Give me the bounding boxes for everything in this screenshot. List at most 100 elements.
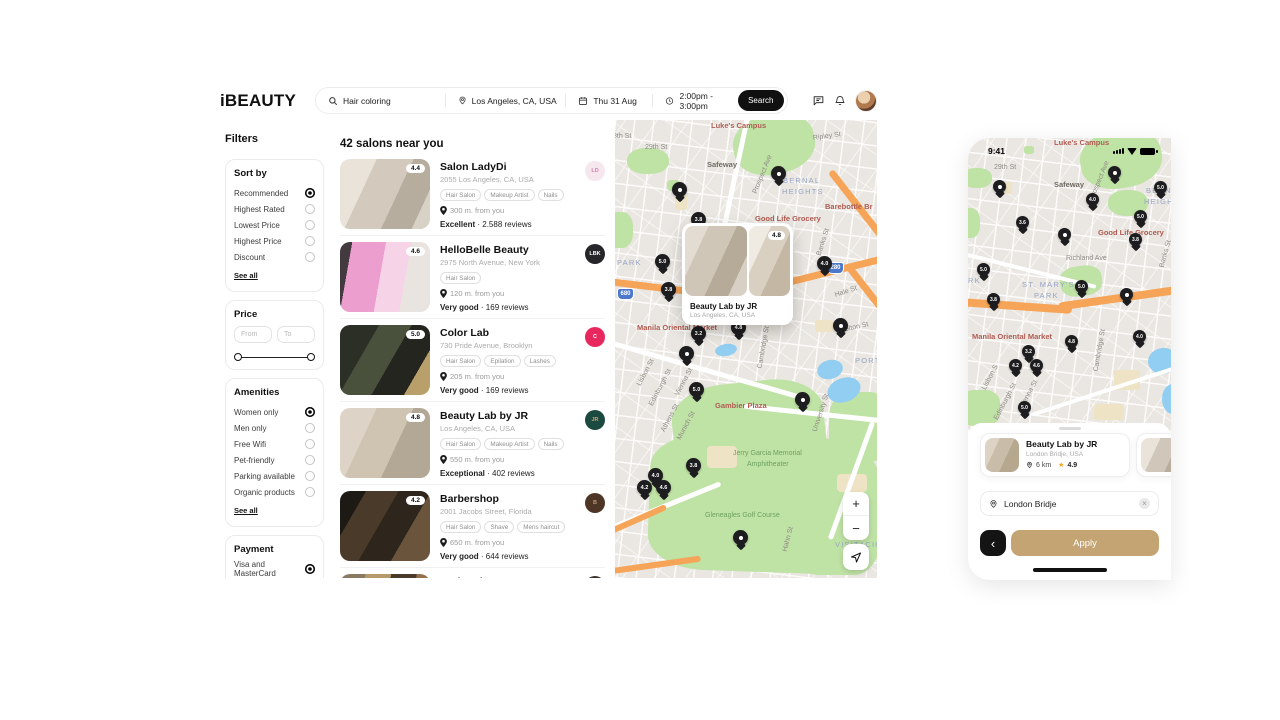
search-query-text: Hair coloring (343, 96, 391, 106)
radio-button[interactable] (305, 204, 315, 214)
date-field[interactable]: Thu 31 Aug (566, 88, 652, 113)
map-pin[interactable]: 5.0 (977, 263, 990, 276)
map-pin[interactable] (993, 180, 1006, 193)
filter-option[interactable]: Women only (234, 404, 315, 420)
location-input[interactable]: London Bridje × (980, 491, 1159, 516)
radio-button[interactable] (305, 471, 315, 481)
map-pin[interactable] (1058, 228, 1071, 241)
filter-option[interactable]: Organic products (234, 484, 315, 500)
map-pin[interactable] (1108, 166, 1121, 179)
map-pin[interactable]: 3.8 (1129, 233, 1142, 246)
back-button[interactable]: ‹ (980, 530, 1006, 556)
filter-option[interactable]: Discount (234, 249, 315, 265)
salon-listing[interactable]: 5.0Color Lab730 Pride Avenue, BrooklynHa… (340, 325, 605, 395)
search-button[interactable]: Search (738, 90, 784, 111)
salon-logo-badge: B (585, 493, 605, 513)
map-pin[interactable] (1120, 288, 1133, 301)
map-pin[interactable]: 4.0 (1133, 330, 1146, 343)
map-pin[interactable]: 5.0 (689, 382, 704, 397)
filter-option[interactable]: Parking available (234, 468, 315, 484)
chat-icon[interactable] (812, 94, 825, 112)
map-pin[interactable]: 5.0 (655, 254, 670, 269)
time-field[interactable]: 2:00pm - 3:00pm (653, 88, 737, 113)
radio-button[interactable] (305, 423, 315, 433)
price-slider[interactable] (234, 353, 315, 361)
salon-card[interactable]: Beauty Lab by JR London Bridje, USA 6 km… (980, 433, 1130, 477)
radio-button[interactable] (305, 487, 315, 497)
filter-option[interactable]: Men only (234, 420, 315, 436)
map-pin[interactable] (795, 392, 810, 407)
map[interactable]: Luke's Campus8th St29th StRipley StSafew… (615, 120, 877, 578)
slider-handle-min[interactable] (234, 353, 242, 361)
salon-card-partial[interactable] (1136, 433, 1171, 477)
pin-rating: 3.2 (691, 326, 706, 341)
radio-button[interactable] (305, 564, 315, 574)
map-pin[interactable]: 3.8 (686, 458, 701, 473)
avatar[interactable] (855, 90, 877, 112)
map-pin[interactable]: 4.0 (1086, 193, 1099, 206)
phone-map[interactable]: Luke's Campus29th StSafewayProspect AveB… (968, 138, 1171, 431)
salon-listing[interactable]: BarbershopB (340, 574, 605, 578)
filter-option[interactable]: Recommended (234, 185, 315, 201)
price-to-input[interactable] (277, 326, 315, 343)
apply-button[interactable]: Apply (1011, 530, 1159, 556)
radio-button[interactable] (305, 188, 315, 198)
salon-listing[interactable]: 4.6HelloBelle Beauty2975 North Avenue, N… (340, 242, 605, 312)
radio-button[interactable] (305, 407, 315, 417)
map-pin[interactable]: 3.2 (691, 326, 706, 341)
pin-rating: 3.8 (987, 293, 1000, 306)
map-pin[interactable]: 3.6 (1016, 216, 1029, 229)
map-pin[interactable] (771, 166, 786, 181)
map-pin[interactable]: 3.8 (987, 293, 1000, 306)
map-pin[interactable]: 4.0 (817, 256, 832, 271)
map-pin[interactable]: 4.6 (656, 480, 671, 495)
map-pin[interactable] (679, 346, 694, 361)
sheet-drag-handle[interactable] (1059, 427, 1081, 430)
amenities-see-all-link[interactable]: See all (234, 506, 258, 515)
search-icon (328, 96, 338, 106)
locate-button[interactable] (843, 544, 869, 570)
price-from-input[interactable] (234, 326, 272, 343)
location-field[interactable]: Los Angeles, CA, USA (446, 88, 566, 113)
bell-icon[interactable] (834, 94, 846, 112)
search-query-field[interactable]: Hair coloring (316, 88, 445, 113)
slider-handle-max[interactable] (307, 353, 315, 361)
salon-listing[interactable]: 4.2Barbershop2001 Jacobs Street, Florida… (340, 491, 605, 561)
sort-see-all-link[interactable]: See all (234, 271, 258, 280)
filter-option[interactable]: Lowest Price (234, 217, 315, 233)
filter-option[interactable]: Free Wifi (234, 436, 315, 452)
map-pin[interactable]: 3.8 (661, 282, 676, 297)
salon-tags: Hair SalonShaveMens haircut (440, 521, 575, 533)
salon-card-distance: 6 km (1036, 462, 1051, 469)
zoom-out-button[interactable]: − (843, 516, 869, 540)
radio-button[interactable] (305, 455, 315, 465)
map-pin[interactable]: 5.0 (1154, 181, 1167, 194)
popup-photo-1 (685, 226, 747, 296)
map-pin[interactable]: 5.0 (1075, 280, 1088, 293)
zoom-in-button[interactable]: + (843, 492, 869, 516)
map-pin[interactable]: 5.0 (1018, 401, 1031, 414)
map-pin[interactable]: 3.2 (1022, 345, 1035, 358)
filter-option[interactable]: Highest Price (234, 233, 315, 249)
salon-listing[interactable]: 4.8Beauty Lab by JRLos Angeles, CA, USAH… (340, 408, 605, 478)
map-pin[interactable] (672, 182, 687, 197)
map-pin[interactable]: 4.2 (1009, 359, 1022, 372)
map-pin[interactable]: 4.8 (1065, 335, 1078, 348)
clear-icon[interactable]: × (1139, 498, 1150, 509)
salon-listing[interactable]: 4.4Salon LadyDi2055 Los Angeles, CA, USA… (340, 159, 605, 229)
map-pin[interactable]: 4.2 (637, 480, 652, 495)
filter-option[interactable]: Visa and MasterCard (234, 561, 315, 577)
map-pin[interactable] (833, 318, 848, 333)
radio-button[interactable] (305, 220, 315, 230)
radio-button[interactable] (305, 252, 315, 262)
map-pin[interactable]: 5.0 (1134, 210, 1147, 223)
filter-option[interactable]: Highest Rated (234, 201, 315, 217)
tag-chip: Makeup Artist (484, 438, 534, 450)
filter-option[interactable]: Pet-friendly (234, 452, 315, 468)
radio-button[interactable] (305, 439, 315, 449)
radio-button[interactable] (305, 236, 315, 246)
map-pin[interactable]: 4.6 (1030, 359, 1043, 372)
map-popup[interactable]: 4.8 Beauty Lab by JR Los Angeles, CA, US… (682, 223, 793, 325)
map-pin[interactable] (733, 530, 748, 545)
salon-reviews: Very good · 169 reviews (440, 386, 575, 395)
